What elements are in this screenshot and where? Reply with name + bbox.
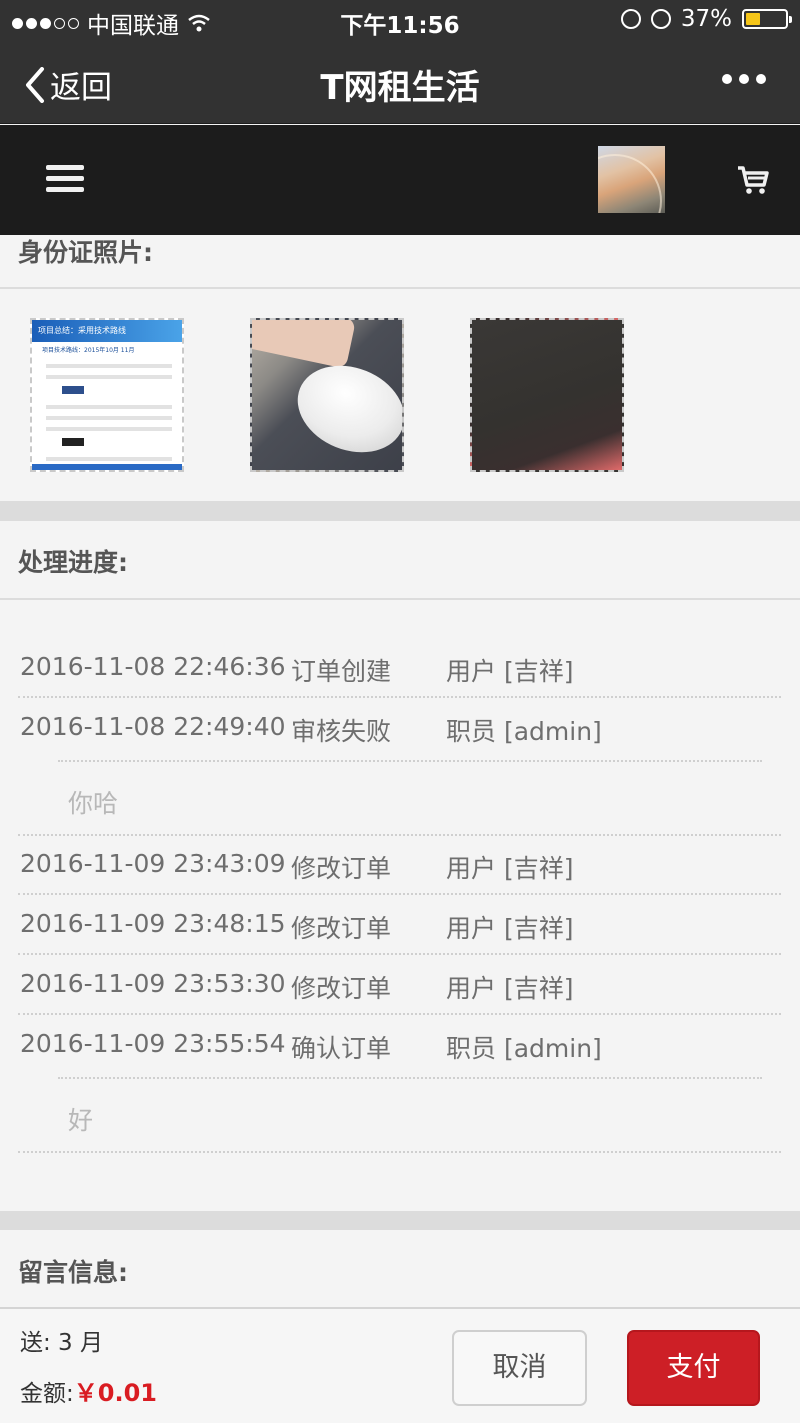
hamburger-icon[interactable]: [46, 165, 84, 193]
progress-note: 好: [58, 1077, 762, 1149]
shopping-cart-icon[interactable]: [736, 165, 770, 195]
page-title: T网租生活: [320, 68, 480, 108]
progress-action: 修改订单: [291, 854, 392, 883]
checkout-bar: 送: 3 月 金额:￥0.01 取消 支付: [0, 1307, 800, 1423]
section-gap: [0, 1211, 800, 1230]
progress-operator: 用户 [吉祥]: [446, 974, 574, 1003]
amount-text: 金额:￥0.01: [20, 1373, 157, 1408]
app-header: [0, 125, 800, 235]
progress-time: 2016-11-09 23:55:54: [20, 1029, 286, 1058]
cancel-button[interactable]: 取消: [452, 1330, 587, 1406]
battery-icon: [742, 9, 792, 29]
rental-period-text: 送: 3 月: [20, 1330, 104, 1356]
id-photo-thumbnail-1[interactable]: 项目总结：采用技术路线 项目技术路线：2015年10月 11月: [30, 318, 184, 472]
progress-note-text: 好: [68, 1106, 94, 1135]
progress-time: 2016-11-09 23:43:09: [20, 849, 286, 878]
progress-row: 2016-11-09 23:55:54 确认订单 职员 [admin]: [18, 1015, 781, 1075]
pay-button[interactable]: 支付: [627, 1330, 760, 1406]
progress-note: 你哈: [58, 760, 762, 832]
progress-title: 处理进度:: [18, 548, 128, 577]
section-gap: [0, 501, 800, 521]
nav-bar: 返回 T网租生活: [0, 40, 800, 124]
divider: [18, 1151, 781, 1153]
progress-action: 修改订单: [291, 974, 392, 1003]
progress-row: 2016-11-08 22:46:36 订单创建 用户 [吉祥]: [18, 638, 781, 698]
amount-label: 金额:: [20, 1381, 74, 1407]
progress-operator: 用户 [吉祥]: [446, 914, 574, 943]
amount-value: ￥0.01: [73, 1379, 157, 1407]
doc-thumb-heading: 项目总结：采用技术路线: [32, 320, 182, 342]
ellipsis-icon: [722, 74, 732, 84]
progress-time: 2016-11-08 22:46:36: [20, 652, 286, 681]
divider: [0, 598, 800, 600]
id-photo-thumbnail-3[interactable]: [470, 318, 624, 472]
status-bar-right: 37%: [620, 6, 792, 32]
progress-row: 2016-11-09 23:53:30 修改订单 用户 [吉祥]: [18, 955, 781, 1015]
progress-time: 2016-11-09 23:48:15: [20, 909, 286, 938]
avatar[interactable]: [598, 146, 665, 213]
progress-time: 2016-11-09 23:53:30: [20, 969, 286, 998]
divider: [0, 287, 800, 289]
progress-action: 确认订单: [291, 1034, 392, 1063]
more-options-button[interactable]: [722, 74, 766, 84]
status-bar: 中国联通 下午11:56 37%: [0, 0, 800, 40]
progress-action: 订单创建: [291, 657, 392, 686]
progress-row: 2016-11-08 22:49:40 审核失败 职员 [admin]: [18, 698, 781, 758]
progress-row: 2016-11-09 23:48:15 修改订单 用户 [吉祥]: [18, 895, 781, 955]
progress-operator: 职员 [admin]: [446, 717, 602, 746]
battery-percent: 37%: [680, 6, 732, 32]
messages-title: 留言信息:: [18, 1258, 128, 1287]
progress-operator: 用户 [吉祥]: [446, 854, 574, 883]
doc-thumb-subheading: 项目技术路线：2015年10月 11月: [42, 347, 135, 354]
progress-operator: 职员 [admin]: [446, 1034, 602, 1063]
progress-action: 审核失败: [291, 717, 392, 746]
id-photo-thumbnail-2[interactable]: [250, 318, 404, 472]
progress-time: 2016-11-08 22:49:40: [20, 712, 286, 741]
progress-operator: 用户 [吉祥]: [446, 657, 574, 686]
progress-row: 2016-11-09 23:43:09 修改订单 用户 [吉祥]: [18, 835, 781, 895]
orientation-lock-icon: [620, 9, 641, 29]
alarm-icon: [650, 9, 671, 29]
id-photos-title: 身份证照片:: [18, 238, 153, 267]
progress-note-text: 你哈: [68, 789, 119, 818]
progress-action: 修改订单: [291, 914, 392, 943]
